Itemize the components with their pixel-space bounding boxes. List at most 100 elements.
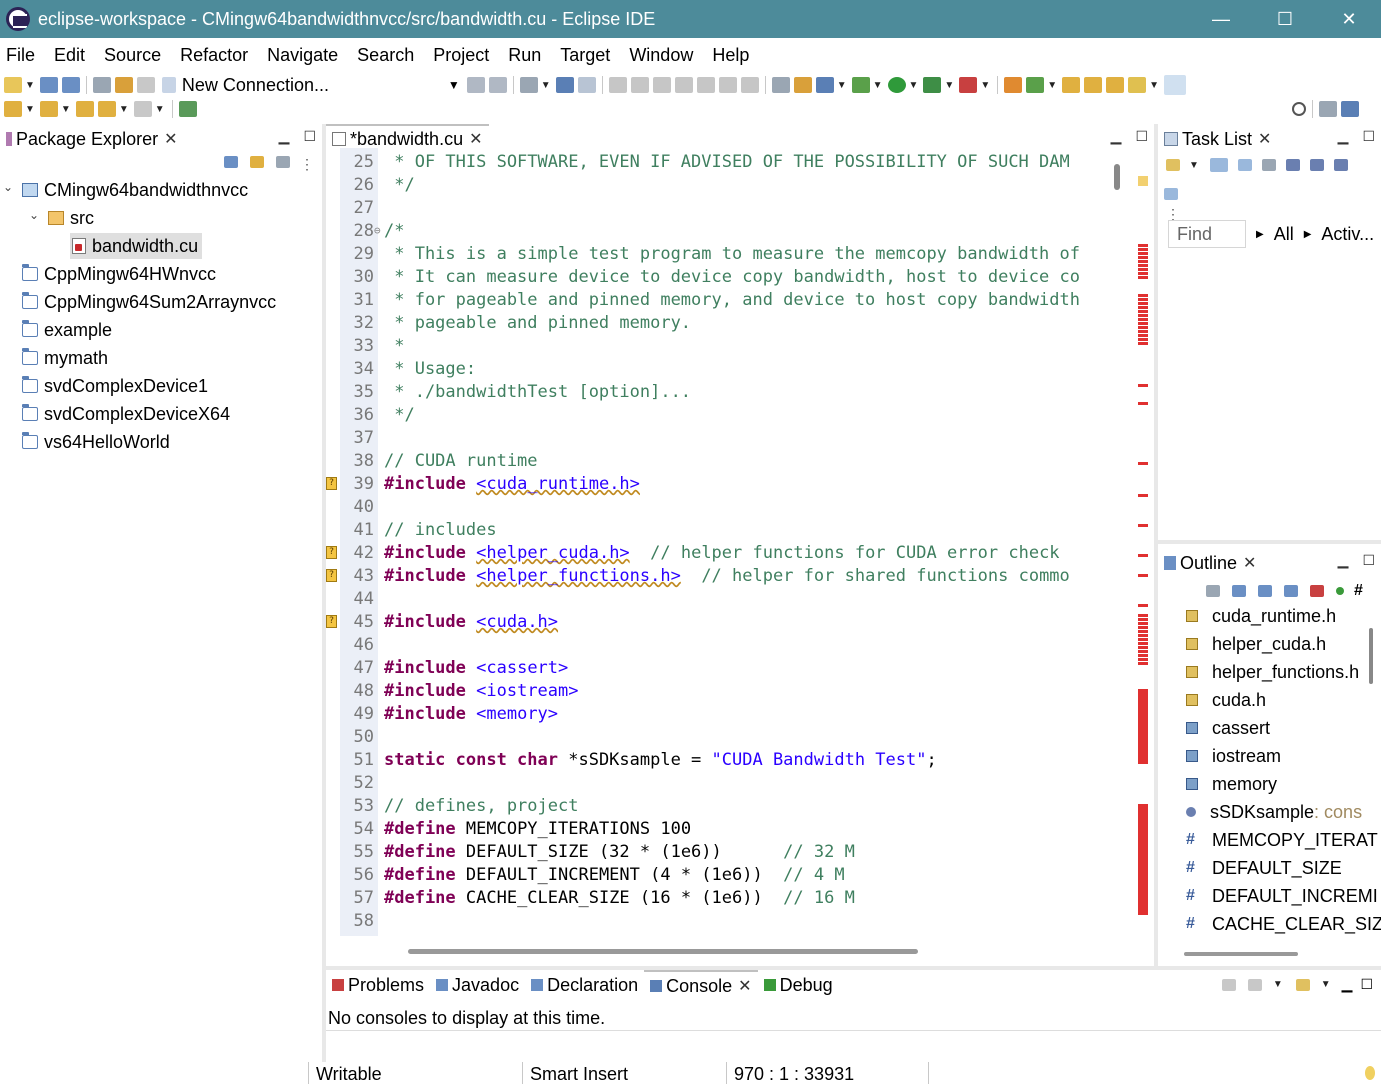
tab-problems[interactable]: Problems: [326, 970, 430, 1000]
categorized-icon[interactable]: [1209, 158, 1228, 172]
view-menu-icon[interactable]: ⋮: [300, 156, 314, 173]
prev-annotation-icon[interactable]: [39, 101, 58, 117]
minimize-view-icon[interactable]: ▁: [1338, 128, 1349, 145]
tab-declaration[interactable]: Declaration: [525, 970, 644, 1000]
tree-item-folder[interactable]: svdComplexDevice1: [0, 372, 322, 400]
close-icon[interactable]: ✕: [164, 129, 177, 149]
debug-icon[interactable]: [851, 77, 870, 93]
pin-icon[interactable]: [1128, 77, 1147, 93]
warning-icon[interactable]: ?: [326, 477, 337, 490]
code-editor[interactable]: 25 * OF THIS SOFTWARE, EVEN IF ADVISED O…: [326, 148, 1154, 936]
outline-item-include[interactable]: helper_functions.h: [1186, 658, 1359, 686]
tree-item-folder[interactable]: mymath: [0, 344, 322, 372]
launch-config-icon[interactable]: [488, 77, 507, 93]
link-editor-icon[interactable]: [250, 156, 264, 168]
scheduled-icon[interactable]: [1237, 159, 1252, 171]
open-element-icon[interactable]: [1084, 77, 1103, 93]
outline-filters-icon[interactable]: [1206, 585, 1220, 597]
build-icon[interactable]: [519, 77, 538, 93]
minimize-view-icon[interactable]: ▁: [1338, 552, 1349, 569]
tree-item-srcfolder[interactable]: ⌄ src: [0, 204, 322, 232]
tab-package-explorer[interactable]: Package Explorer ✕: [0, 124, 183, 154]
console-icon[interactable]: [555, 77, 574, 93]
step-into-icon[interactable]: [696, 77, 715, 93]
new-task-icon[interactable]: [1166, 159, 1180, 171]
warning-icon[interactable]: ?: [326, 615, 337, 628]
step-over-icon[interactable]: [718, 77, 737, 93]
connection-selector[interactable]: New Connection... ▼: [158, 74, 465, 96]
minimize-view-icon[interactable]: ▁: [1342, 976, 1353, 993]
menu-run[interactable]: Run: [502, 45, 552, 66]
terminate-icon[interactable]: [652, 77, 671, 93]
last-edit-icon[interactable]: [75, 101, 94, 117]
new-project-icon[interactable]: [1004, 77, 1023, 93]
close-icon[interactable]: ✕: [1243, 553, 1256, 573]
outline-item-include[interactable]: cuda.h: [1186, 686, 1266, 714]
menu-search[interactable]: Search: [351, 45, 425, 66]
redo-icon[interactable]: [136, 77, 155, 93]
hide-macros-icon[interactable]: #: [1354, 582, 1363, 600]
editor-vertical-scrollbar[interactable]: [1114, 164, 1120, 190]
maximize-view-icon[interactable]: ☐: [1360, 976, 1373, 993]
tab-console[interactable]: Console ✕: [644, 970, 758, 1000]
menu-window[interactable]: Window: [623, 45, 704, 66]
coverage-icon[interactable]: [923, 77, 942, 93]
tree-item-folder[interactable]: svdComplexDeviceX64: [0, 400, 322, 428]
save-all-icon[interactable]: [61, 77, 80, 93]
open-perspective-icon[interactable]: [178, 101, 197, 117]
warning-icon[interactable]: ?: [326, 569, 337, 582]
open-console-icon[interactable]: [1295, 978, 1310, 991]
save-icon[interactable]: [39, 77, 58, 93]
minimize-view-icon[interactable]: ▁: [279, 128, 290, 145]
resume-icon[interactable]: [608, 77, 627, 93]
overview-ruler[interactable]: [1138, 144, 1148, 930]
minimize-editor-icon[interactable]: ▁: [1111, 128, 1122, 145]
collapse-all-icon[interactable]: [224, 156, 238, 168]
binary-icon[interactable]: [92, 77, 111, 93]
tree-item-folder[interactable]: vs64HelloWorld: [0, 428, 322, 456]
sort-icon[interactable]: [1258, 585, 1272, 597]
outline-item-var[interactable]: sSDKsample : cons: [1186, 798, 1362, 826]
tree-item-folder[interactable]: CppMingw64Sum2Arraynvcc: [0, 288, 322, 316]
new-class-icon[interactable]: [815, 77, 834, 93]
external-tools-icon[interactable]: [959, 77, 978, 93]
search-icon[interactable]: [1292, 102, 1306, 116]
outline-item-macro[interactable]: # DEFAULT_SIZE: [1186, 854, 1342, 882]
menu-help[interactable]: Help: [706, 45, 760, 66]
suspend-icon[interactable]: [630, 77, 649, 93]
search-folder-icon[interactable]: [1106, 77, 1125, 93]
pin-console-icon[interactable]: [1221, 978, 1236, 991]
open-type-icon[interactable]: [1062, 77, 1081, 93]
maximize-editor-icon[interactable]: ☐: [1135, 128, 1148, 145]
display-console-icon[interactable]: [1247, 978, 1262, 991]
tab-javadoc[interactable]: Javadoc: [430, 970, 525, 1000]
outline-item-include2[interactable]: iostream: [1186, 742, 1281, 770]
new-source-icon[interactable]: [1026, 77, 1045, 93]
skip-breakpoints-icon[interactable]: [577, 77, 596, 93]
outline-scrollbar[interactable]: [1369, 628, 1373, 684]
maximize-button[interactable]: ☐: [1253, 0, 1317, 38]
maximize-view-icon[interactable]: ☐: [1362, 128, 1375, 145]
menu-edit[interactable]: Edit: [48, 45, 96, 66]
instruction-step-icon[interactable]: [771, 77, 790, 93]
tab-task-list[interactable]: Task List ✕: [1158, 124, 1277, 154]
hide-fields-icon[interactable]: [1284, 585, 1298, 597]
hide-completed-icon[interactable]: [1285, 159, 1300, 171]
tab-debug[interactable]: Debug: [758, 970, 839, 1000]
task-all-filter[interactable]: All: [1274, 224, 1294, 245]
outline-item-macro[interactable]: # MEMCOPY_ITERAT: [1186, 826, 1378, 854]
tab-outline[interactable]: Outline ✕: [1158, 548, 1262, 578]
close-icon[interactable]: ✕: [469, 129, 482, 149]
close-icon[interactable]: ✕: [1258, 129, 1271, 149]
chevron-down-icon[interactable]: ▼: [448, 78, 460, 92]
tree-item-folder[interactable]: CppMingw64HWnvcc: [0, 260, 322, 288]
task-activate-filter[interactable]: Activ...: [1321, 224, 1374, 245]
outline-item-include[interactable]: cuda_runtime.h: [1186, 602, 1336, 630]
close-button[interactable]: ✕: [1317, 0, 1381, 38]
minimize-button[interactable]: —: [1189, 0, 1253, 38]
back-icon[interactable]: [97, 101, 116, 117]
launch-icon[interactable]: [466, 77, 485, 93]
outline-hscrollbar[interactable]: [1184, 952, 1298, 956]
maximize-view-icon[interactable]: ☐: [1362, 552, 1375, 569]
task-repo-icon[interactable]: [1164, 188, 1178, 200]
